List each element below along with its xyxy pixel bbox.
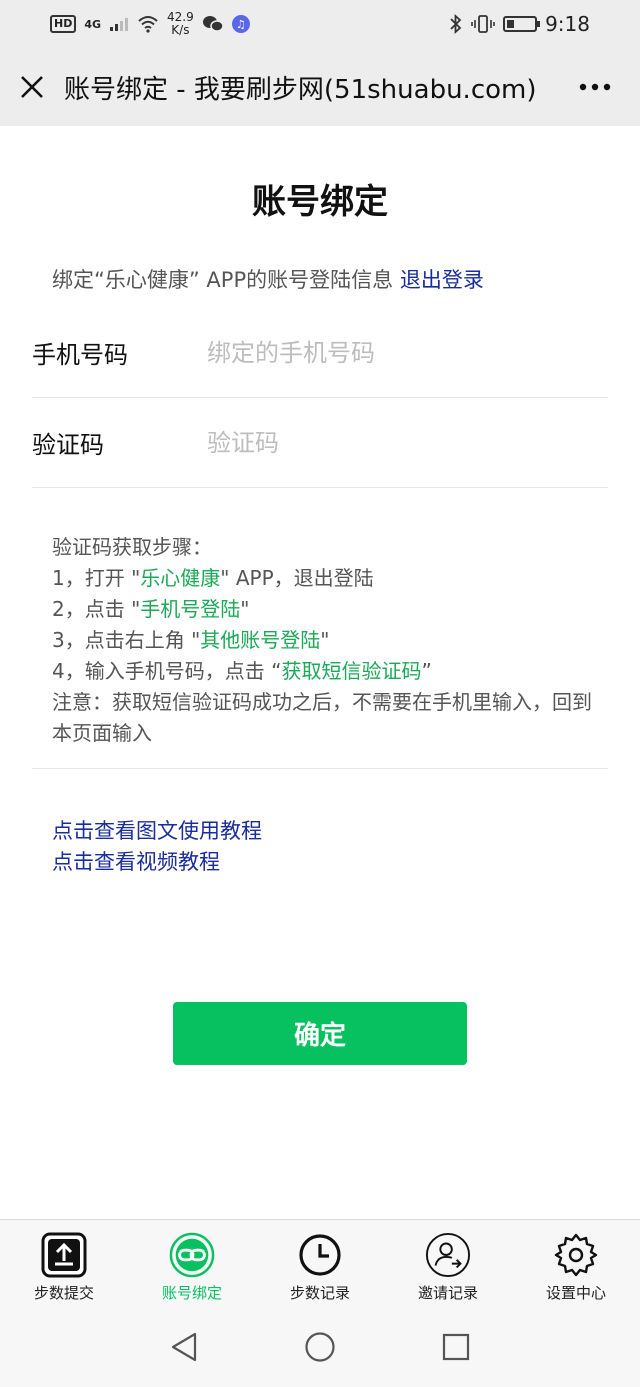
hd-indicator: HD (50, 15, 77, 33)
bluetooth-icon (450, 14, 462, 34)
back-triangle-icon (171, 1332, 197, 1362)
tutorial-links: 点击查看图文使用教程 点击查看视频教程 (52, 816, 262, 878)
status-bar: HD 4G 42.9 K/s ♫ 9:18 (0, 0, 640, 48)
system-nav-bar (0, 1307, 640, 1387)
phone-label: 手机号码 (32, 341, 128, 369)
steps-instructions: 验证码获取步骤： 1，打开 "乐心健康" APP，退出登陆 2，点击 "手机号登… (32, 532, 608, 769)
clock-icon (297, 1232, 343, 1278)
code-row: 验证码 (32, 398, 608, 488)
step-2: 2，点击 "手机号登陆" (52, 597, 250, 621)
signal-icon (110, 18, 129, 31)
gear-icon (553, 1232, 599, 1278)
code-label: 验证码 (32, 431, 104, 459)
step-1-highlight: 乐心健康 (140, 566, 221, 590)
tab-label: 设置中心 (545, 1284, 606, 1302)
tab-account-bind[interactable]: 账号绑定 (128, 1220, 256, 1307)
video-tutorial-link[interactable]: 点击查看视频教程 (52, 847, 262, 878)
speed-value: 42.9 (167, 10, 194, 24)
tab-label: 步数提交 (33, 1284, 94, 1302)
recents-button[interactable] (433, 1324, 479, 1370)
recents-square-icon (442, 1333, 470, 1361)
clock-time: 9:18 (545, 12, 590, 36)
main-content: 账号绑定 绑定“乐心健康” APP的账号登陆信息 退出登录 手机号码 验证码 验… (0, 126, 640, 1219)
battery-icon (503, 16, 541, 32)
bottom-tabbar: 步数提交 账号绑定 步数记录 邀请记录 设置中心 (0, 1219, 640, 1307)
vibrate-icon (471, 15, 495, 33)
code-input[interactable] (207, 428, 608, 457)
logout-link[interactable]: 退出登录 (400, 268, 484, 292)
network-type: 4G (84, 17, 102, 31)
status-right: 9:18 (449, 12, 590, 36)
tab-label: 账号绑定 (161, 1284, 222, 1302)
more-icon (579, 83, 611, 91)
steps-note: 注意：获取短信验证码成功之后，不需要在手机里输入，回到本页面输入 (52, 690, 592, 745)
user-invite-icon (425, 1232, 471, 1278)
wifi-icon (138, 16, 158, 33)
status-left: HD 4G 42.9 K/s ♫ (50, 11, 250, 37)
network-speed: 42.9 K/s (167, 11, 194, 37)
step-1: 1，打开 "乐心健康" APP，退出登陆 (52, 566, 374, 590)
link-icon (169, 1232, 215, 1278)
back-button[interactable] (161, 1324, 207, 1370)
tab-step-records[interactable]: 步数记录 (256, 1220, 384, 1307)
step-4-highlight: 获取短信验证码 (281, 659, 422, 683)
speed-unit: K/s (171, 23, 190, 37)
tab-label: 邀请记录 (417, 1284, 478, 1302)
title-bar: 账号绑定 - 我要刷步网(51shuabu.com) (0, 48, 640, 126)
more-button[interactable] (550, 48, 640, 126)
tab-settings[interactable]: 设置中心 (512, 1220, 640, 1307)
bind-info-text: 绑定“乐心健康” APP的账号登陆信息 (52, 268, 394, 292)
page-title: 账号绑定 - 我要刷步网(51shuabu.com) (64, 74, 537, 105)
home-circle-icon (305, 1332, 335, 1362)
phone-input[interactable] (207, 338, 608, 367)
section-heading: 账号绑定 (252, 182, 388, 222)
close-button[interactable] (0, 48, 64, 126)
music-icon: ♫ (231, 15, 250, 33)
upload-icon (41, 1232, 87, 1278)
close-icon (21, 76, 43, 98)
wechat-icon (202, 16, 224, 32)
image-tutorial-link[interactable]: 点击查看图文使用教程 (52, 816, 262, 847)
tab-invite-records[interactable]: 邀请记录 (384, 1220, 512, 1307)
step-2-highlight: 手机号登陆 (140, 597, 241, 621)
confirm-button[interactable]: 确定 (173, 1002, 467, 1065)
step-4: 4，输入手机号码，点击 “获取短信验证码” (52, 659, 432, 683)
step-3: 3，点击右上角 "其他账号登陆" (52, 628, 330, 652)
step-3-highlight: 其他账号登陆 (200, 628, 321, 652)
phone-row: 手机号码 (32, 308, 608, 398)
steps-title: 验证码获取步骤： (52, 535, 212, 559)
home-button[interactable] (297, 1324, 343, 1370)
tab-step-submit[interactable]: 步数提交 (0, 1220, 128, 1307)
bind-info: 绑定“乐心健康” APP的账号登陆信息 退出登录 (52, 264, 484, 294)
tab-label: 步数记录 (289, 1284, 350, 1302)
